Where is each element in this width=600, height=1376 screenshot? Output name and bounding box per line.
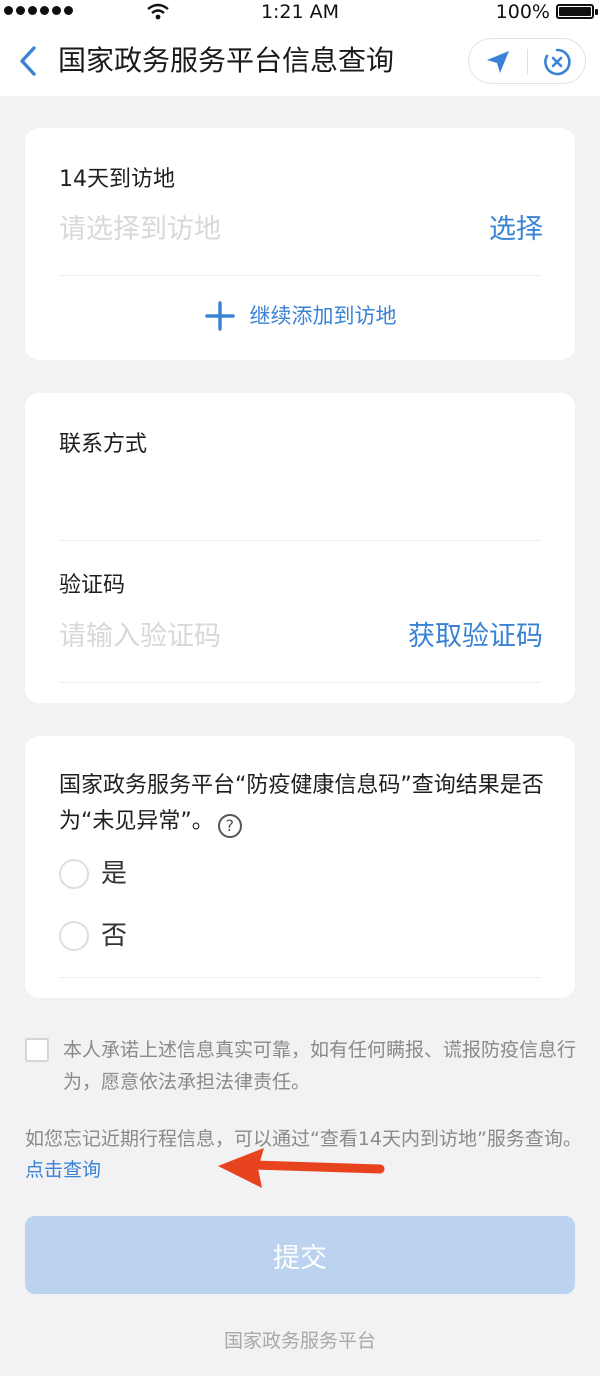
divider [59, 540, 541, 541]
back-chevron-icon[interactable] [14, 44, 44, 78]
divider [59, 275, 541, 276]
radio-label-no: 否 [101, 921, 128, 951]
contact-card: 联系方式 验证码 获取验证码 [25, 393, 575, 703]
battery-percent: 100% [495, 1, 550, 23]
location-arrow-icon [487, 51, 509, 73]
radio-option-no[interactable]: 否 [59, 919, 127, 953]
visit-label: 14天到访地 [59, 167, 175, 192]
pledge-text: 本人承诺上述信息真实可靠，如有任何瞒报、谎报防疫信息行为，愿意依法承担法律责任。 [63, 1039, 577, 1093]
query-link[interactable]: 点击查询 [25, 1159, 101, 1181]
health-code-question: 国家政务服务平台“防疫健康信息码”查询结果是否为“未见异常”。? [59, 768, 549, 840]
contact-input[interactable] [59, 477, 519, 513]
location-button[interactable] [469, 39, 527, 85]
page-title: 国家政务服务平台信息查询 [58, 44, 395, 77]
red-arrow-annotation [218, 1148, 385, 1188]
footer-text: 国家政务服务平台 [223, 1330, 376, 1352]
submit-button[interactable]: 提交 [25, 1216, 575, 1294]
close-button[interactable] [528, 39, 586, 85]
status-bar: 1:21 AM 100% [0, 0, 600, 26]
add-visit-label: 继续添加到访地 [249, 304, 397, 328]
plus-icon [204, 301, 235, 331]
close-circle-icon [544, 48, 571, 76]
contact-label: 联系方式 [59, 432, 148, 457]
battery-icon [556, 4, 598, 19]
get-code-button[interactable]: 获取验证码 [408, 619, 543, 655]
pledge-row: 本人承诺上述信息真实可靠，如有任何瞒报、谎报防疫信息行为，愿意依法承担法律责任。 [25, 1034, 585, 1098]
mini-program-capsule [468, 38, 586, 84]
code-input[interactable] [59, 619, 359, 655]
divider [59, 977, 541, 978]
select-visit-button[interactable]: 选择 [489, 212, 543, 248]
radio-label-yes: 是 [101, 859, 128, 889]
radio-circle[interactable] [59, 921, 89, 951]
question-text: 国家政务服务平台“防疫健康信息码”查询结果是否为“未见异常”。 [59, 773, 544, 834]
nav-bar: 国家政务服务平台信息查询 [0, 26, 600, 96]
radio-option-yes[interactable]: 是 [59, 857, 127, 891]
code-label: 验证码 [59, 573, 126, 598]
add-visit-button[interactable]: 继续添加到访地 [25, 300, 575, 332]
visit-input[interactable] [59, 212, 419, 248]
question-card: 国家政务服务平台“防疫健康信息码”查询结果是否为“未见异常”。? 是 否 [25, 736, 575, 998]
pledge-checkbox[interactable] [25, 1038, 49, 1062]
help-icon[interactable]: ? [217, 814, 242, 838]
divider [59, 682, 541, 683]
radio-circle[interactable] [59, 859, 89, 889]
visit-card: 14天到访地 选择 继续添加到访地 [25, 128, 575, 360]
